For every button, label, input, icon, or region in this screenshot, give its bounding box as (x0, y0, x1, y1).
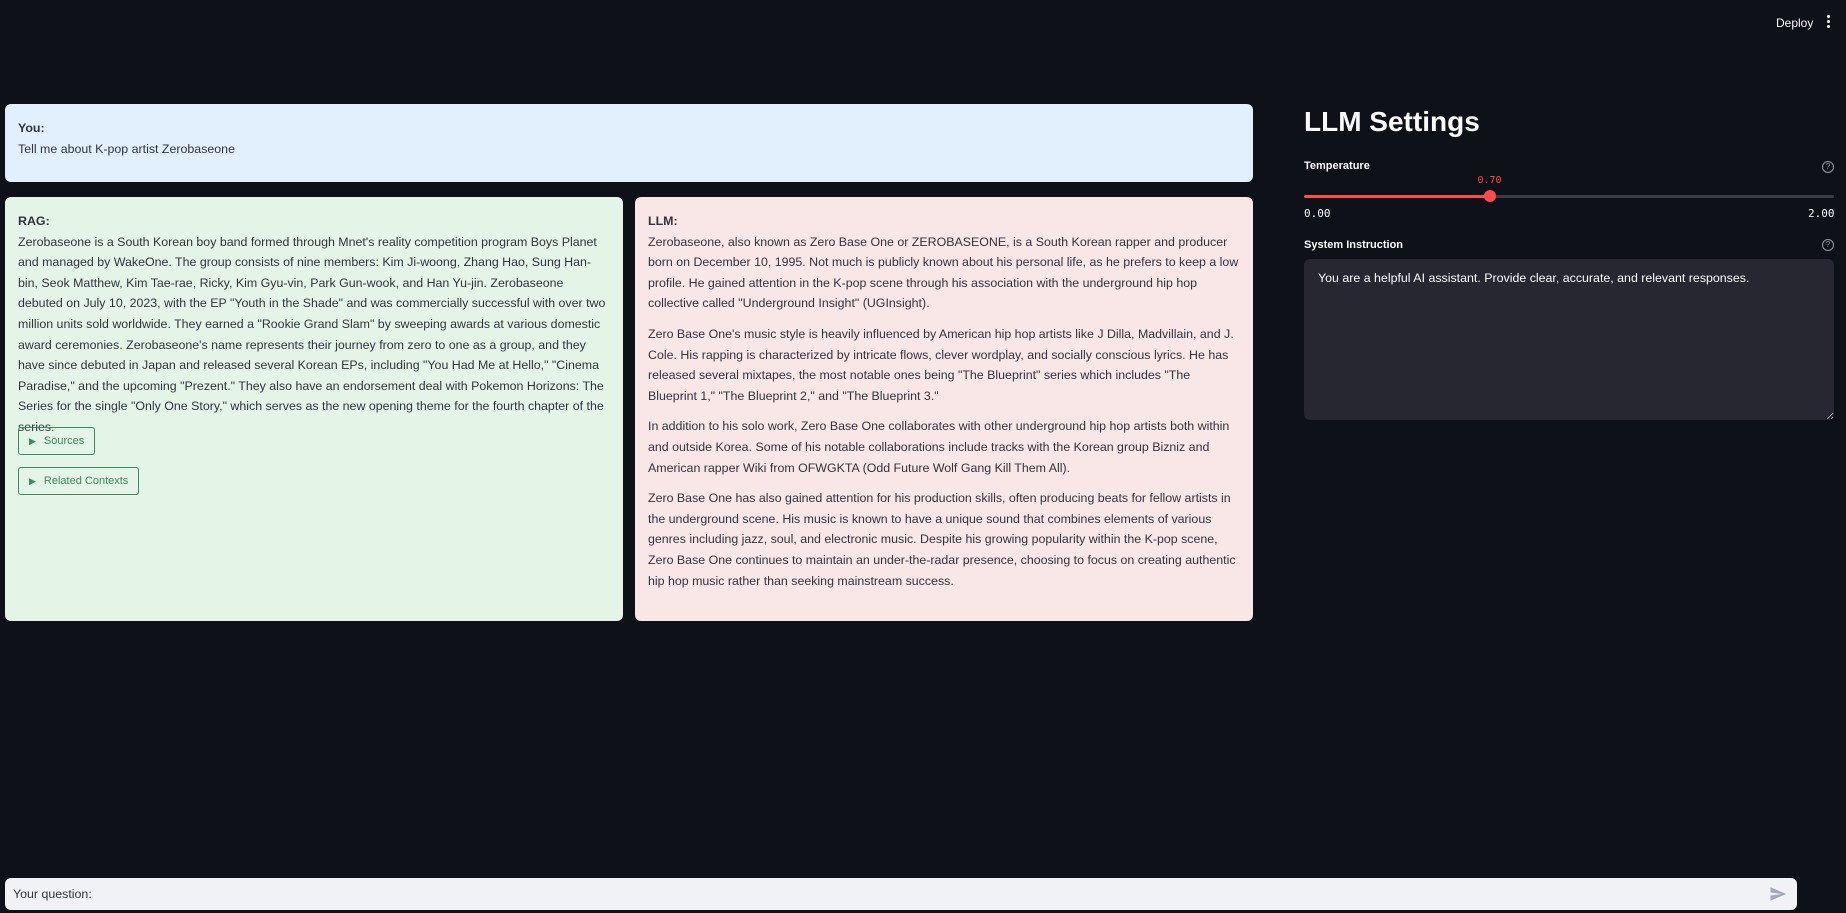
related-contexts-label: Related Contexts (43, 474, 129, 487)
slider-min-label: 0.00 (1304, 207, 1331, 220)
more-vertical-icon[interactable] (1820, 13, 1836, 33)
user-message-card: You: Tell me about K-pop artist Zerobase… (5, 104, 1253, 182)
slider-fill (1304, 195, 1490, 198)
llm-paragraph: Zero Base One has also gained attention … (648, 491, 1236, 588)
sources-label: Sources (43, 434, 85, 447)
llm-paragraph: In addition to his solo work, Zero Base … (648, 419, 1230, 475)
rag-response-text: Zerobaseone is a South Korean boy band f… (18, 234, 606, 434)
slider-max-label: 2.00 (1808, 207, 1835, 220)
related-contexts-expander[interactable]: ▶ Related Contexts (18, 467, 140, 495)
top-bar: Deploy (0, 0, 1846, 44)
rag-label: RAG: (18, 214, 50, 228)
expand-triangle-icon: ▶ (29, 475, 36, 486)
llm-paragraph: Zero Base One's music style is heavily i… (648, 326, 1234, 403)
chat-question-input[interactable] (5, 878, 1755, 910)
deploy-button[interactable]: Deploy (1768, 12, 1821, 34)
slider-value: 0.70 (1477, 175, 1502, 186)
llm-paragraph: Zerobaseone, also known as Zero Base One… (648, 234, 1239, 311)
user-label: You: (18, 121, 45, 135)
chat-input-container (5, 878, 1797, 910)
help-icon[interactable]: ? (1822, 161, 1834, 173)
sources-expander[interactable]: ▶ Sources (18, 427, 96, 455)
temperature-slider[interactable]: 0.70 (1304, 175, 1834, 202)
expand-triangle-icon: ▶ (29, 435, 36, 446)
rag-response-card: RAG: Zerobaseone is a South Korean boy b… (5, 197, 623, 621)
slider-thumb[interactable] (1483, 190, 1496, 202)
settings-title: LLM Settings (1304, 106, 1480, 137)
send-icon[interactable] (1769, 885, 1787, 903)
llm-response-card: LLM: Zerobaseone, also known as Zero Bas… (635, 197, 1253, 621)
system-instruction-label: System Instruction (1304, 239, 1404, 251)
temperature-label: Temperature (1304, 160, 1370, 172)
system-instruction-textarea[interactable] (1304, 259, 1834, 420)
user-message-text: Tell me about K-pop artist Zerobaseone (18, 141, 235, 156)
llm-label: LLM: (648, 214, 678, 228)
help-icon[interactable]: ? (1822, 239, 1834, 251)
